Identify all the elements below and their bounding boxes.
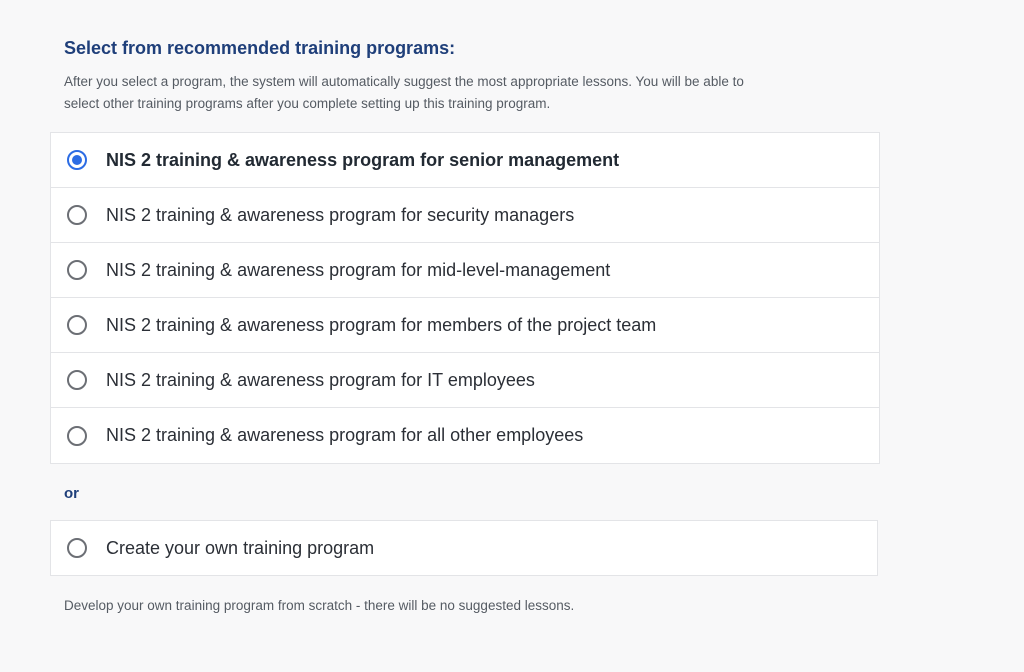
radio-unchecked-icon[interactable] (67, 425, 87, 446)
create-own-program-label: Create your own training program (106, 537, 375, 558)
program-option-project-team[interactable]: NIS 2 training & awareness program for m… (51, 298, 879, 353)
radio-unchecked-icon[interactable] (67, 205, 87, 225)
program-option-label: NIS 2 training & awareness program for a… (106, 425, 584, 445)
program-option-mid-level-management[interactable]: NIS 2 training & awareness program for m… (51, 243, 879, 298)
radio-checked-icon[interactable] (67, 150, 87, 170)
section-title: Select from recommended training program… (64, 38, 456, 58)
program-option-label: NIS 2 training & awareness program for I… (106, 369, 535, 390)
create-own-program-option[interactable]: Create your own training program (50, 520, 878, 576)
program-option-label: NIS 2 training & awareness program for s… (106, 204, 575, 225)
create-own-program-note: Develop your own training program from s… (64, 598, 575, 613)
radio-unchecked-icon[interactable] (67, 315, 87, 335)
program-option-label: NIS 2 training & awareness program for s… (106, 149, 620, 170)
radio-unchecked-icon[interactable] (67, 370, 87, 390)
program-options-list: NIS 2 training & awareness program for s… (50, 132, 880, 464)
program-option-senior-management[interactable]: NIS 2 training & awareness program for s… (51, 133, 879, 188)
program-option-other-employees[interactable]: NIS 2 training & awareness program for a… (51, 408, 879, 463)
program-option-label: NIS 2 training & awareness program for m… (106, 259, 611, 280)
radio-unchecked-icon[interactable] (67, 260, 87, 280)
program-option-label: NIS 2 training & awareness program for m… (106, 314, 657, 335)
program-option-security-managers[interactable]: NIS 2 training & awareness program for s… (51, 188, 879, 243)
program-option-it-employees[interactable]: NIS 2 training & awareness program for I… (51, 353, 879, 408)
radio-unchecked-icon[interactable] (67, 538, 87, 558)
or-separator: or (64, 485, 79, 502)
section-description: After you select a program, the system w… (64, 74, 744, 111)
